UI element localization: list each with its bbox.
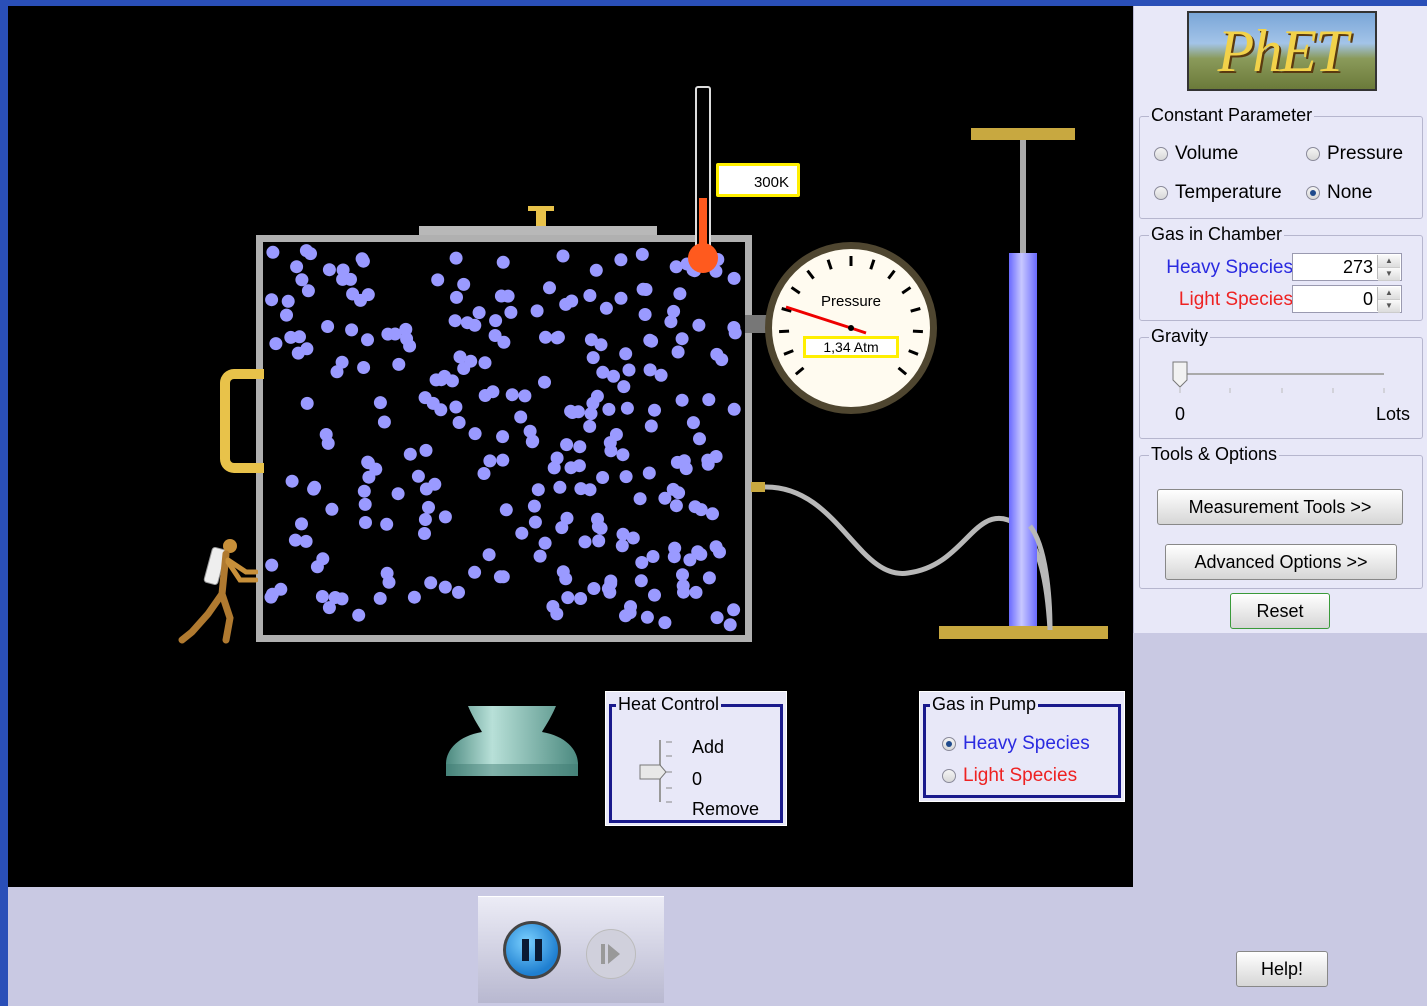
pause-icon[interactable] <box>503 921 561 979</box>
gas-in-chamber-group: Gas in Chamber Heavy Species 273 ▲ ▼ Ligh… <box>1139 224 1423 321</box>
constant-volume-label: Volume <box>1175 143 1239 164</box>
constant-none-radio[interactable]: None <box>1306 182 1372 204</box>
app-window: 300K Pressure 1,34 Atm Heat Control Add … <box>8 6 1427 1006</box>
spinner-up-icon[interactable]: ▲ <box>1378 255 1400 268</box>
spinner-down-icon[interactable]: ▼ <box>1378 268 1400 281</box>
tools-options-group: Tools & Options Measurement Tools >> Adv… <box>1139 444 1423 589</box>
pump-light-radio[interactable]: Light Species <box>942 765 1077 787</box>
phet-logo[interactable]: PhET <box>1187 11 1377 91</box>
constant-parameter-title: Constant Parameter <box>1149 105 1315 126</box>
measurement-tools-button[interactable]: Measurement Tools >> <box>1157 489 1403 525</box>
pump-heavy-radio[interactable]: Heavy Species <box>942 733 1090 755</box>
pusher-figure-icon <box>178 539 258 644</box>
phet-logo-text: PhET <box>1217 18 1349 84</box>
constant-none-label: None <box>1327 182 1373 203</box>
heat-control-title: Heat Control <box>616 694 722 715</box>
heavy-species-label: Heavy Species <box>1166 257 1293 278</box>
help-button[interactable]: Help! <box>1236 951 1328 987</box>
playback-controls <box>478 896 664 1003</box>
control-panel: PhET Constant Parameter Volume Pressure … <box>1133 6 1427 633</box>
constant-volume-radio[interactable]: Volume <box>1154 143 1238 165</box>
tools-options-title: Tools & Options <box>1149 444 1280 465</box>
burner-icon <box>446 706 578 776</box>
pump-heavy-label: Heavy Species <box>963 733 1090 754</box>
gravity-group: Gravity 0 Lots <box>1139 326 1423 439</box>
light-species-spinner[interactable]: 0 ▲ ▼ <box>1292 285 1402 313</box>
pump-light-label: Light Species <box>963 765 1078 786</box>
gas-in-pump-panel: Gas in Pump Heavy Species Light Species <box>919 691 1125 802</box>
light-species-label: Light Species <box>1178 289 1293 310</box>
heat-zero-label: 0 <box>692 769 703 789</box>
gas-in-pump-title: Gas in Pump <box>930 694 1039 715</box>
radio-selected-icon <box>942 737 956 751</box>
spinner-down-icon[interactable]: ▼ <box>1378 300 1400 313</box>
gravity-title: Gravity <box>1149 326 1211 347</box>
advanced-options-button[interactable]: Advanced Options >> <box>1165 544 1397 580</box>
constant-pressure-label: Pressure <box>1327 143 1404 164</box>
heat-add-label: Add <box>692 737 725 757</box>
light-species-value: 0 <box>1362 289 1373 309</box>
radio-unselected-icon <box>1154 186 1168 200</box>
heavy-species-spinner[interactable]: 273 ▲ ▼ <box>1292 253 1402 281</box>
spinner-up-icon[interactable]: ▲ <box>1378 287 1400 300</box>
constant-parameter-group: Constant Parameter Volume Pressure Tempe… <box>1139 105 1423 219</box>
gravity-slider-thumb[interactable] <box>1172 361 1188 388</box>
radio-unselected-icon <box>1306 147 1320 161</box>
constant-temperature-label: Temperature <box>1175 182 1282 203</box>
radio-unselected-icon <box>942 769 956 783</box>
heat-slider[interactable] <box>638 736 686 806</box>
radio-unselected-icon <box>1154 147 1168 161</box>
heavy-species-value: 273 <box>1342 257 1373 277</box>
reset-button[interactable]: Reset <box>1230 593 1330 629</box>
step-forward-icon[interactable] <box>586 929 636 979</box>
radio-selected-icon <box>1306 186 1320 200</box>
gas-in-chamber-title: Gas in Chamber <box>1149 224 1285 245</box>
heat-control-panel: Heat Control Add 0 Remove <box>605 691 787 826</box>
constant-temperature-radio[interactable]: Temperature <box>1154 182 1282 204</box>
gravity-max-label: Lots <box>1375 404 1410 424</box>
heat-slider-thumb[interactable] <box>639 764 667 780</box>
gravity-min-label: 0 <box>1175 404 1186 424</box>
gravity-slider[interactable] <box>1170 358 1400 398</box>
heat-remove-label: Remove <box>692 799 760 819</box>
constant-pressure-radio[interactable]: Pressure <box>1306 143 1403 165</box>
simulation-canvas: 300K Pressure 1,34 Atm Heat Control Add … <box>8 6 1133 887</box>
